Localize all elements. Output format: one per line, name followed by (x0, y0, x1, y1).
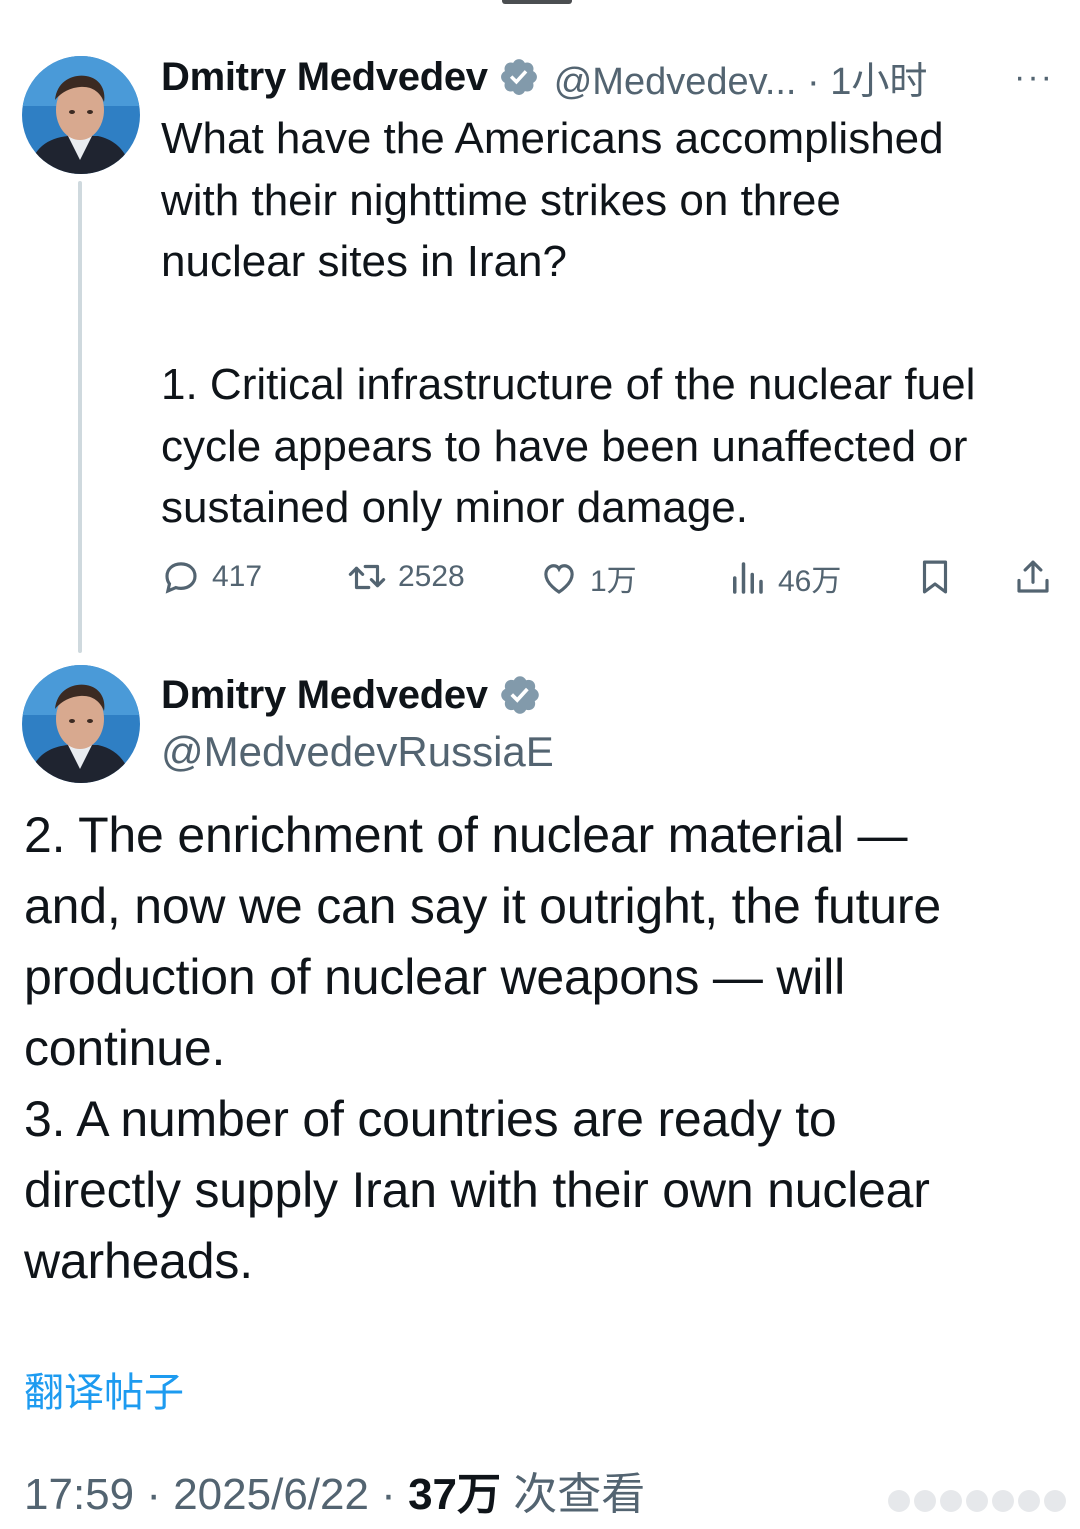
like-icon (544, 564, 574, 594)
bookmark-button[interactable] (914, 556, 956, 598)
tweet2-header: Dmitry Medvedev (161, 668, 542, 722)
tweet2-text: 2. The enrichment of nuclear material — … (24, 807, 941, 1289)
reply-icon (165, 562, 197, 594)
handle-and-time[interactable]: @Medvedev... · 1小时 (554, 50, 928, 105)
tweet1-header: Dmitry Medvedev @Medvedev... · 1小时 (161, 50, 927, 104)
avatar[interactable] (22, 665, 140, 783)
translate-post-link[interactable]: 翻译帖子 (24, 1360, 184, 1418)
watermark (888, 1490, 1066, 1512)
repost-button[interactable]: 2528 (346, 556, 465, 598)
bookmark-icon (922, 560, 948, 594)
like-count: 1万 (590, 565, 637, 598)
tweet1-action-bar: 417 2528 1万 46万 (160, 556, 1060, 606)
view-suffix: 次查看 (501, 1470, 646, 1519)
post-meta: 17:59 · 2025/6/22 · 37万 次查看 (24, 1458, 645, 1522)
views-icon (733, 562, 763, 594)
author-name[interactable]: Dmitry Medvedev (161, 55, 488, 100)
share-button[interactable] (1012, 556, 1054, 598)
avatar[interactable] (22, 56, 140, 174)
tweet1-text: What have the Americans accomplished wit… (161, 114, 976, 532)
reply-button[interactable]: 417 (160, 556, 262, 598)
views-button[interactable]: 46万 (726, 556, 841, 600)
views-count: 46万 (778, 565, 842, 598)
like-button[interactable]: 1万 (538, 556, 637, 600)
verified-badge-icon (498, 56, 540, 98)
author-name[interactable]: Dmitry Medvedev (161, 673, 488, 718)
author-handle[interactable]: @MedvedevRussiaE (161, 728, 554, 776)
share-icon (1017, 560, 1049, 593)
verified-badge-icon (498, 673, 542, 717)
more-options-icon[interactable]: ··· (1014, 58, 1054, 97)
post-timestamp[interactable]: 17:59 · 2025/6/22 · (24, 1470, 408, 1519)
repost-icon (348, 564, 386, 590)
thread-connector-line (78, 181, 82, 653)
reply-count: 417 (212, 560, 263, 593)
repost-count: 2528 (398, 560, 465, 593)
view-count: 37万 (408, 1470, 502, 1519)
cut-off-header (480, 0, 600, 6)
